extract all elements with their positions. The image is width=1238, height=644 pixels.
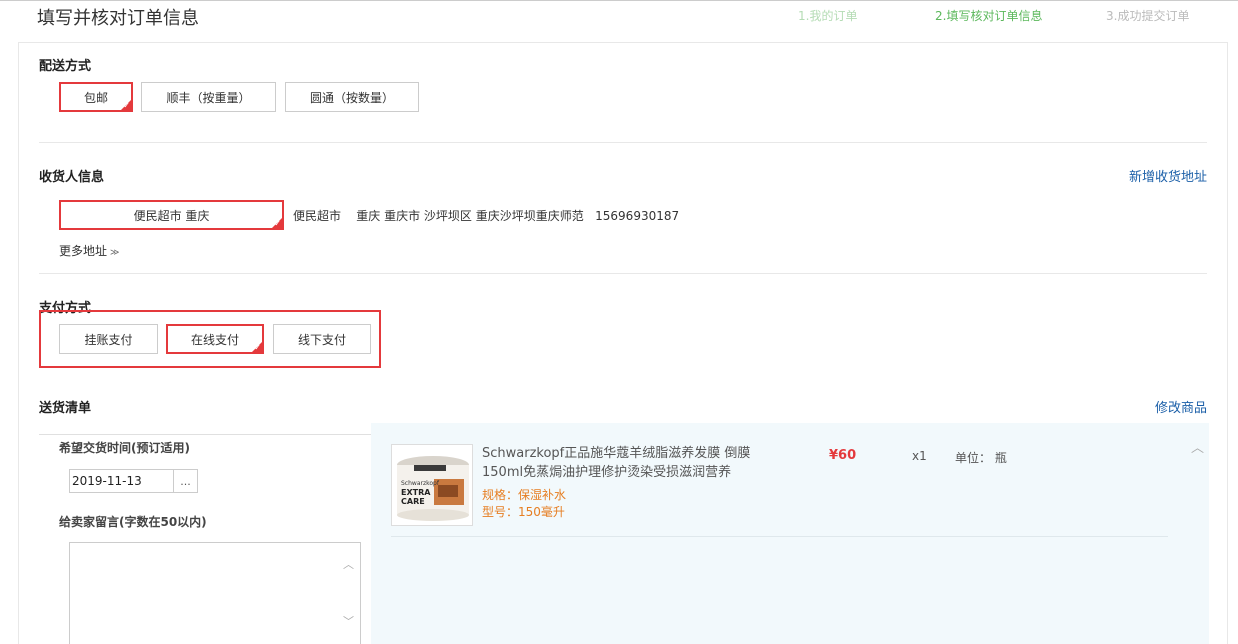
delivery-option-yto[interactable]: 圆通（按数量） bbox=[285, 82, 419, 112]
more-address-label: 更多地址 bbox=[59, 244, 108, 258]
scroll-down-icon[interactable]: ﹀ bbox=[343, 613, 354, 629]
scroll-up-icon[interactable]: ︿ bbox=[343, 556, 354, 572]
chevron-down-icon: ≫ bbox=[110, 248, 120, 258]
product-jar-image: Schwarzkopf EXTRA CARE bbox=[392, 445, 472, 525]
address-option-label: 便民超市 重庆 bbox=[133, 208, 210, 223]
product-model: 型号：150毫升 bbox=[482, 505, 565, 519]
payment-option-label: 挂账支付 bbox=[84, 332, 133, 347]
check-icon: ✓ bbox=[274, 219, 281, 228]
seller-message-textarea[interactable] bbox=[69, 542, 361, 644]
address-option-selected[interactable]: 便民超市 重庆 ✓ bbox=[59, 200, 284, 230]
receiver-title: 收货人信息 bbox=[39, 170, 105, 185]
delivery-option-sf[interactable]: 顺丰（按重量） bbox=[141, 82, 276, 112]
product-thumb-line1: EXTRA bbox=[401, 488, 431, 497]
top-border bbox=[0, 0, 1238, 1]
product-thumb-brand: Schwarzkopf bbox=[401, 480, 440, 487]
product-unit: 单位： 瓶 bbox=[955, 451, 1007, 465]
payment-option-offline[interactable]: 线下支付 bbox=[273, 324, 371, 354]
product-quantity: x1 bbox=[912, 449, 927, 463]
divider bbox=[39, 142, 1207, 143]
product-name-link[interactable]: Schwarzkopf正品施华蔻羊绒脂滋养发膜 倒膜150ml免蒸焗油护理修护烫… bbox=[482, 444, 772, 482]
delivery-option-label: 包邮 bbox=[83, 90, 108, 105]
check-icon: ✓ bbox=[123, 101, 130, 110]
divider bbox=[39, 434, 371, 435]
step-submit-order: 3.成功提交订单 bbox=[1106, 9, 1190, 23]
shipping-list-title: 送货清单 bbox=[39, 401, 92, 416]
product-thumb-line2: CARE bbox=[401, 497, 425, 506]
divider bbox=[39, 273, 1207, 274]
delivery-option-label: 顺丰（按重量） bbox=[166, 90, 251, 105]
product-thumbnail[interactable]: Schwarzkopf EXTRA CARE bbox=[391, 444, 473, 526]
more-address-toggle[interactable]: 更多地址 ≫ bbox=[59, 242, 119, 259]
edit-products-link[interactable]: 修改商品 bbox=[1155, 397, 1207, 416]
step-my-order: 1.我的订单 bbox=[798, 9, 858, 23]
check-icon: ✓ bbox=[254, 343, 261, 352]
page-title: 填写并核对订单信息 bbox=[37, 8, 199, 29]
delivery-title: 配送方式 bbox=[39, 59, 92, 74]
delivery-date-input[interactable]: 2019-11-13 bbox=[69, 469, 174, 493]
payment-option-label: 线下支付 bbox=[297, 332, 346, 347]
payment-option-label: 在线支付 bbox=[190, 332, 239, 347]
scroll-up-icon[interactable]: ︿ bbox=[1191, 437, 1204, 456]
delivery-option-label: 圆通（按数量） bbox=[309, 90, 394, 105]
payment-option-online[interactable]: 在线支付 ✓ bbox=[166, 324, 264, 354]
step-fill-order: 2.填写核对订单信息 bbox=[935, 9, 1043, 23]
add-address-link[interactable]: 新增收货地址 bbox=[1129, 166, 1207, 185]
product-spec: 规格：保湿补水 bbox=[482, 488, 567, 502]
message-label: 给卖家留言(字数在50以内) bbox=[59, 515, 207, 529]
divider bbox=[391, 536, 1168, 537]
date-picker-button[interactable]: ... bbox=[173, 469, 198, 493]
product-price: ¥60 bbox=[829, 448, 857, 463]
delivery-time-label: 希望交货时间(预订适用) bbox=[59, 441, 190, 455]
payment-option-credit[interactable]: 挂账支付 bbox=[59, 324, 158, 354]
address-detail: 便民超市 重庆 重庆市 沙坪坝区 重庆沙坪坝重庆师范 15696930187 bbox=[293, 209, 680, 223]
delivery-option-free[interactable]: 包邮 ✓ bbox=[59, 82, 133, 112]
